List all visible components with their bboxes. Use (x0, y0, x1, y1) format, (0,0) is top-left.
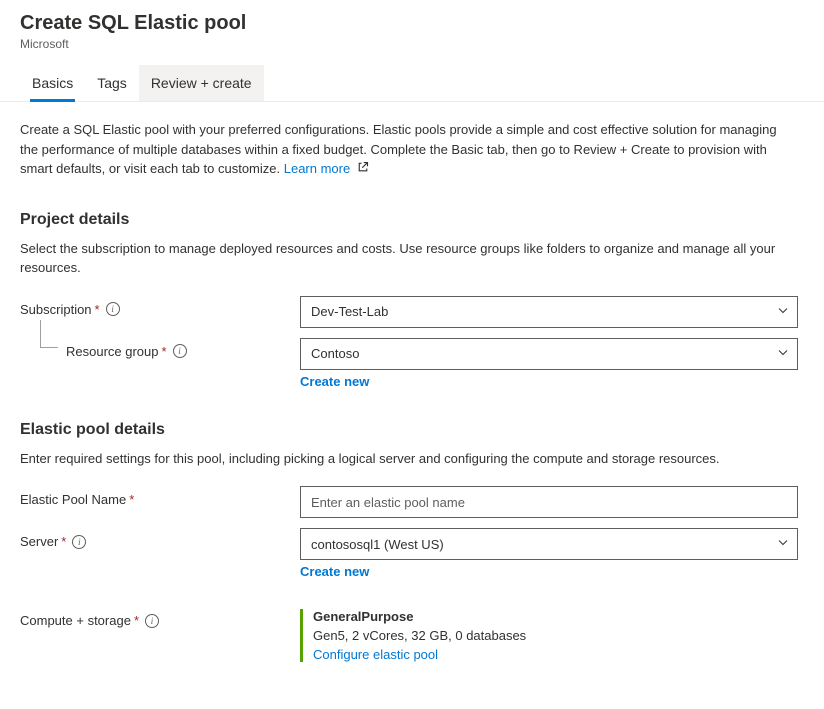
main-content: Create a SQL Elastic pool with your pref… (0, 102, 824, 686)
compute-tier: GeneralPurpose (313, 609, 798, 624)
page-subtitle: Microsoft (20, 37, 804, 51)
required-indicator: * (95, 302, 100, 317)
compute-detail: Gen5, 2 vCores, 32 GB, 0 databases (313, 628, 798, 643)
elastic-pool-name-input[interactable] (300, 486, 798, 518)
elastic-pool-name-label: Elastic Pool Name * (20, 486, 300, 507)
elastic-pool-details-desc: Enter required settings for this pool, i… (20, 449, 780, 469)
info-icon[interactable]: i (72, 535, 86, 549)
tab-basics[interactable]: Basics (20, 65, 85, 101)
page-header: Create SQL Elastic pool Microsoft (0, 0, 824, 59)
compute-storage-panel: GeneralPurpose Gen5, 2 vCores, 32 GB, 0 … (300, 609, 798, 662)
server-label: Server * i (20, 528, 300, 549)
create-new-resource-group-link[interactable]: Create new (300, 374, 369, 389)
chevron-down-icon (777, 537, 789, 552)
resource-group-label: Resource group * i (20, 338, 300, 359)
elastic-pool-details-title: Elastic pool details (20, 421, 804, 439)
subscription-select[interactable]: Dev-Test-Lab (300, 296, 798, 328)
subscription-label: Subscription * i (20, 296, 300, 317)
resource-group-select[interactable]: Contoso (300, 338, 798, 370)
configure-elastic-pool-link[interactable]: Configure elastic pool (313, 647, 798, 662)
hierarchy-line-icon (40, 320, 58, 348)
project-details-title: Project details (20, 211, 804, 229)
intro-text: Create a SQL Elastic pool with your pref… (20, 120, 790, 179)
tab-tags[interactable]: Tags (85, 65, 139, 101)
project-details-desc: Select the subscription to manage deploy… (20, 239, 780, 278)
info-icon[interactable]: i (106, 302, 120, 316)
info-icon[interactable]: i (173, 344, 187, 358)
chevron-down-icon (777, 304, 789, 319)
required-indicator: * (162, 344, 167, 359)
chevron-down-icon (777, 346, 789, 361)
info-icon[interactable]: i (145, 614, 159, 628)
page-title: Create SQL Elastic pool (20, 12, 804, 35)
compute-storage-label: Compute + storage * i (20, 607, 300, 628)
required-indicator: * (134, 613, 139, 628)
learn-more-link[interactable]: Learn more (284, 161, 350, 176)
create-new-server-link[interactable]: Create new (300, 564, 369, 579)
external-link-icon (357, 160, 369, 178)
tab-bar: Basics Tags Review + create (0, 65, 824, 102)
tab-review-create[interactable]: Review + create (139, 65, 264, 101)
required-indicator: * (129, 492, 134, 507)
required-indicator: * (61, 534, 66, 549)
server-select[interactable]: contososql1 (West US) (300, 528, 798, 560)
